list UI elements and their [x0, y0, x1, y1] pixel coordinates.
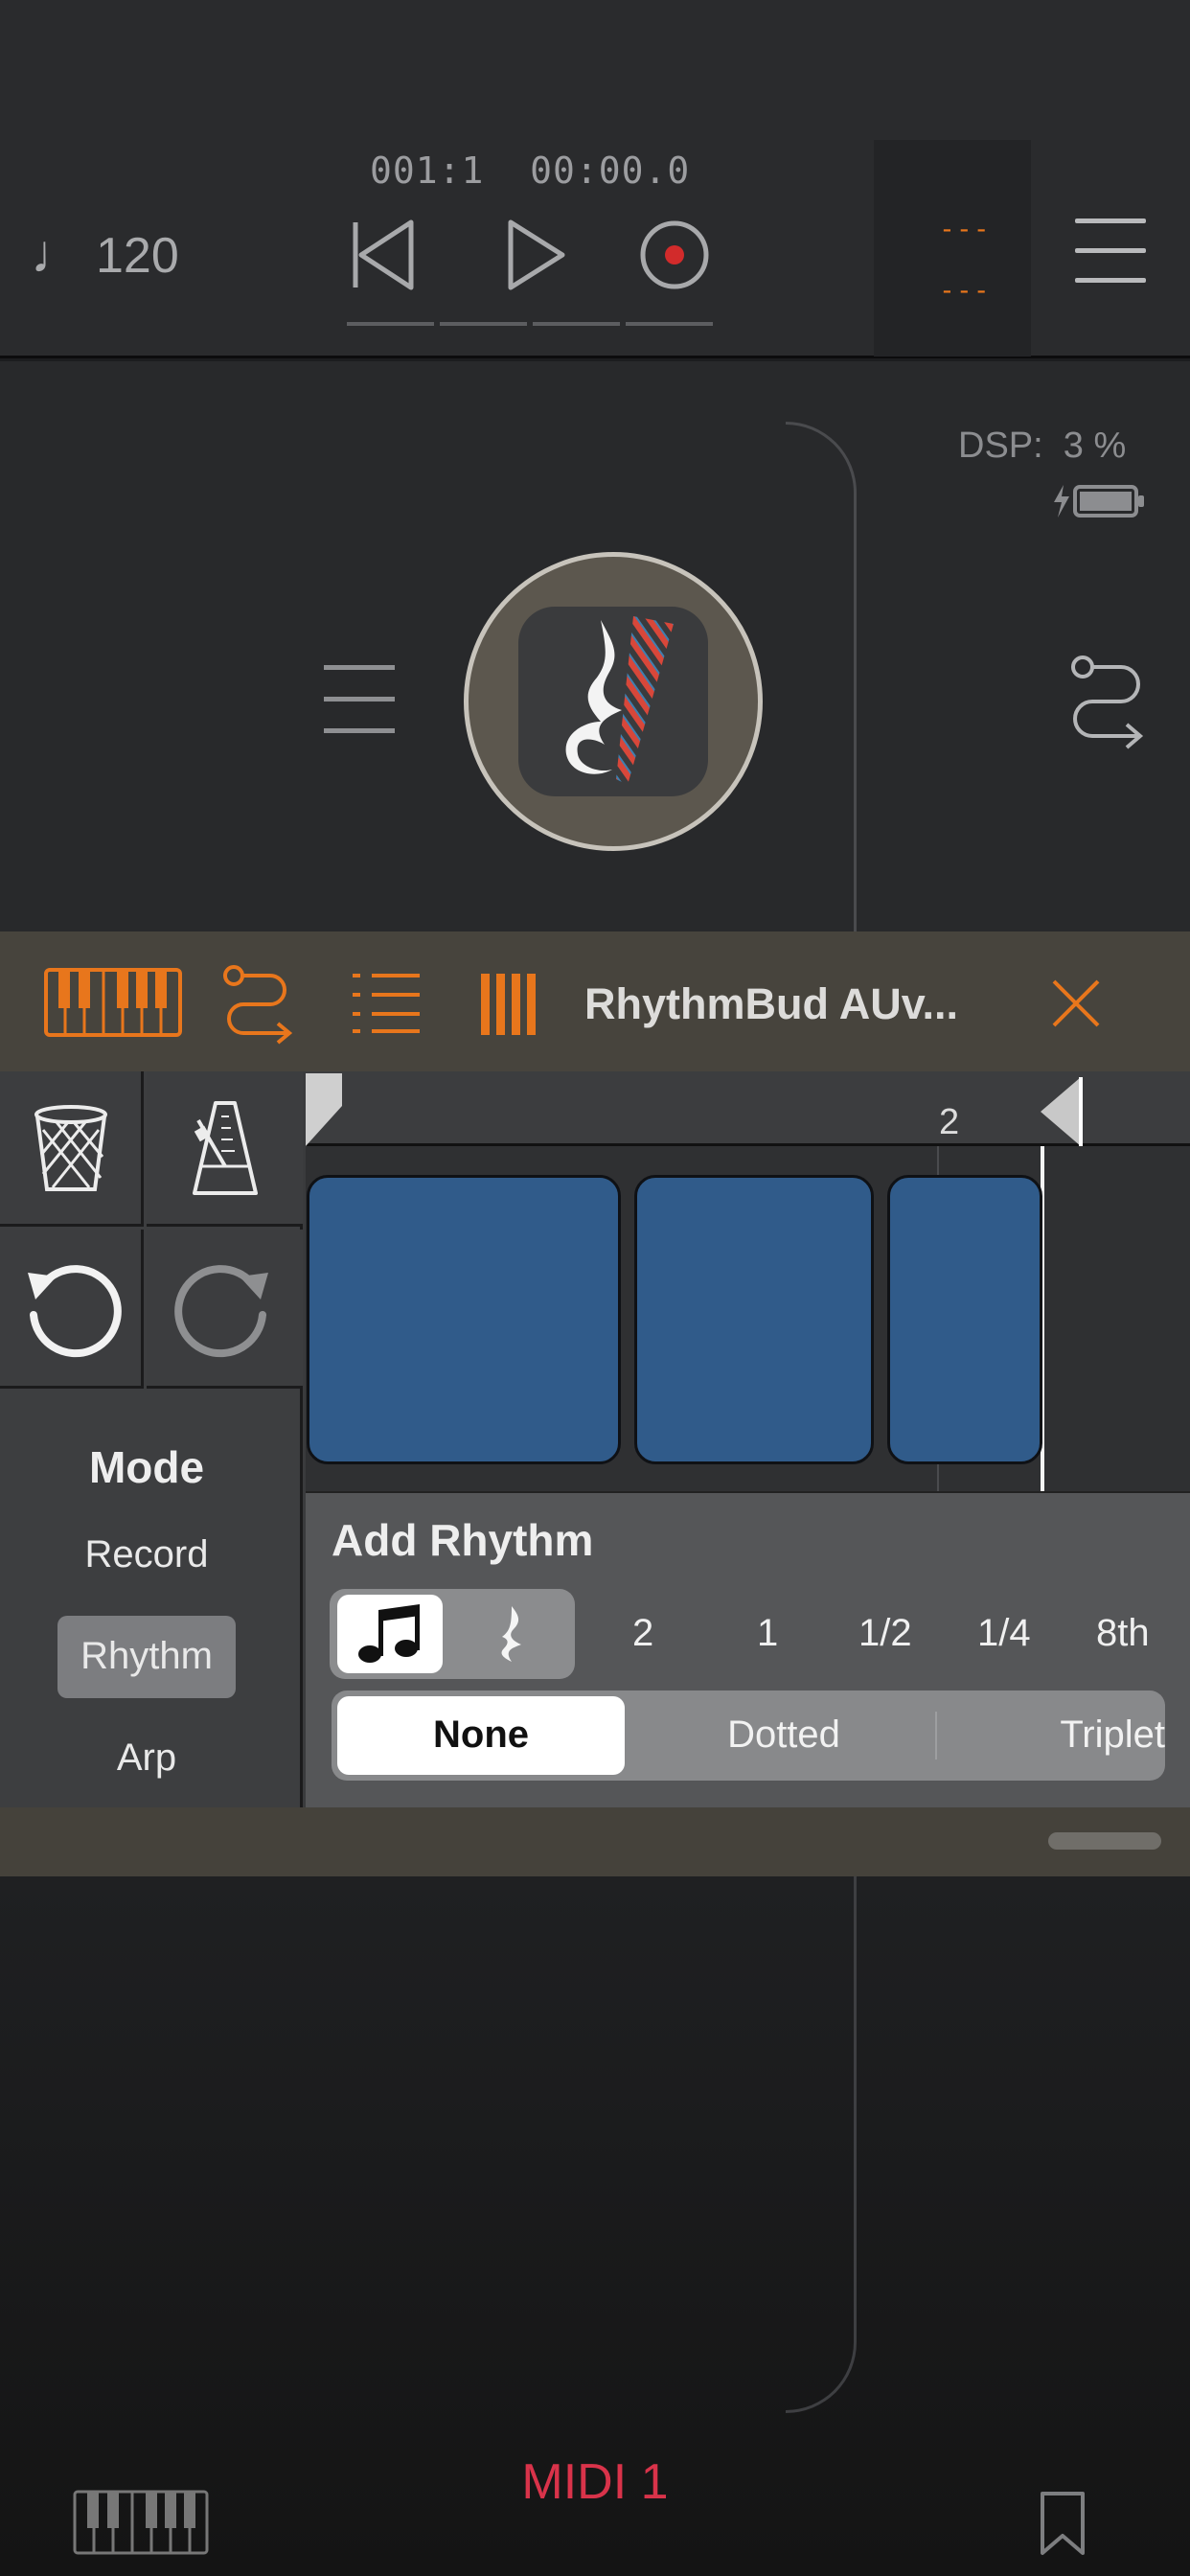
bar-number: 2 — [939, 1102, 960, 1142]
tempo-display[interactable]: ♩ 120 — [31, 222, 179, 285]
list-icon[interactable] — [351, 972, 422, 1035]
dsp-readout: DSP: 3 % — [958, 426, 1127, 466]
plugin-slot[interactable] — [464, 552, 763, 851]
resize-handle[interactable] — [1048, 1832, 1161, 1850]
rewind-button[interactable] — [341, 213, 425, 297]
midi-routing-icon[interactable] — [222, 964, 297, 1045]
modifier-dotted[interactable]: Dotted — [640, 1714, 927, 1757]
skip-back-icon — [353, 219, 414, 290]
bookmark-icon[interactable] — [1039, 2490, 1087, 2557]
close-icon[interactable] — [1050, 978, 1102, 1029]
plugin-name: RhythmBud AUv... — [584, 979, 958, 1028]
rhythm-note-block[interactable] — [307, 1175, 621, 1464]
transport-underline — [347, 322, 713, 326]
modifier-none[interactable]: None — [337, 1714, 625, 1757]
redo-button[interactable] — [147, 1230, 303, 1389]
mode-title: Mode — [88, 1442, 205, 1492]
undo-button[interactable] — [0, 1230, 144, 1389]
eighth-notes-icon — [358, 1604, 420, 1663]
connection-curve — [786, 422, 857, 939]
channel-indicator[interactable] — [874, 140, 1031, 356]
mode-rhythm[interactable]: Rhythm — [0, 1635, 293, 1678]
main-menu-button[interactable] — [1075, 218, 1146, 291]
plugin-view-icon[interactable] — [479, 972, 540, 1037]
undo-icon — [27, 1264, 122, 1357]
rest-icon[interactable] — [494, 1604, 533, 1666]
play-icon — [508, 219, 565, 290]
redo-icon — [173, 1264, 268, 1357]
record-button[interactable] — [632, 213, 717, 297]
rhythm-note-block[interactable] — [634, 1175, 874, 1464]
plugin-menu-button[interactable] — [324, 665, 395, 740]
segment-divider — [935, 1712, 937, 1760]
metronome-button[interactable] — [147, 1071, 303, 1227]
duration-8th[interactable]: 8th — [1096, 1612, 1150, 1655]
channel-bottom: --- — [939, 274, 991, 306]
quarter-note-icon: ♩ — [31, 223, 84, 284]
trash-icon — [34, 1104, 107, 1191]
rhythm-note-block[interactable] — [887, 1175, 1042, 1464]
keyboard-icon[interactable] — [44, 968, 182, 1037]
metronome-icon — [192, 1100, 258, 1195]
duration-half[interactable]: 1/2 — [858, 1612, 912, 1655]
loop-start-marker[interactable] — [306, 1073, 344, 1146]
routing-icon[interactable] — [1069, 654, 1146, 753]
channel-top: --- — [939, 213, 991, 244]
midi-channel-label[interactable]: MIDI 1 — [0, 2453, 1190, 2511]
duration-quarter[interactable]: 1/4 — [977, 1612, 1031, 1655]
plugin-bottom-bar — [0, 1807, 1190, 1876]
position-readout: 001:1 00:00.0 — [370, 150, 691, 192]
battery-icon — [1054, 485, 1144, 518]
loop-end-marker[interactable] — [1041, 1077, 1087, 1146]
record-icon — [640, 220, 709, 289]
mode-arp[interactable]: Arp — [0, 1736, 293, 1780]
modifier-triplet[interactable]: Triplet — [996, 1714, 1165, 1757]
rhythmbud-app-icon — [518, 607, 708, 796]
play-button[interactable] — [494, 213, 579, 297]
clear-button[interactable] — [0, 1071, 144, 1227]
add-rhythm-title: Add Rhythm — [332, 1515, 594, 1565]
duration-1[interactable]: 1 — [757, 1612, 778, 1655]
connection-curve-lower — [786, 1876, 857, 2413]
mode-record[interactable]: Record — [0, 1533, 293, 1576]
duration-2[interactable]: 2 — [632, 1612, 653, 1655]
tempo-value: 120 — [96, 228, 179, 284]
